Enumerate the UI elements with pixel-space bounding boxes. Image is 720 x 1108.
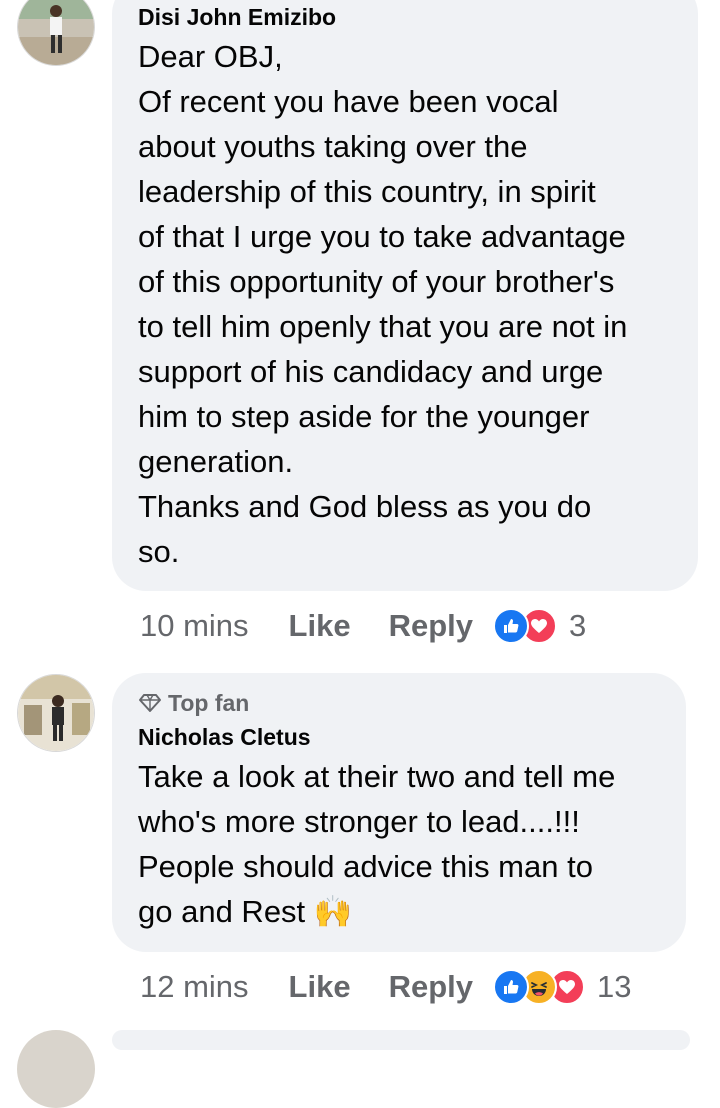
like-reaction-icon [493, 608, 529, 644]
reaction-count[interactable]: 13 [597, 969, 631, 1005]
comment-line: of that I urge you to take advantage [138, 219, 626, 254]
comment-line: of this opportunity of your brother's [138, 264, 615, 299]
comment-line: support of his candidacy and urge [138, 354, 604, 389]
like-reaction-icon [493, 969, 529, 1005]
comment-line: Of recent you have been vocal [138, 84, 559, 119]
comment-line: about youths taking over the [138, 129, 528, 164]
comment-line: so. [138, 534, 180, 569]
avatar[interactable] [17, 0, 95, 66]
comment-line: go and Rest 🙌 [138, 894, 353, 929]
comment-author[interactable]: Disi John Emizibo [138, 2, 672, 32]
comment-line: generation. [138, 444, 294, 479]
like-button[interactable]: Like [289, 969, 351, 1005]
comment-line: leadership of this country, in spirit [138, 174, 596, 209]
top-fan-label: Top fan [168, 690, 250, 716]
comment-line: to tell him openly that you are not in [138, 309, 628, 344]
avatar-photo [18, 0, 94, 65]
comment-line: Take a look at their two and tell me [138, 759, 616, 794]
comment-timestamp[interactable]: 10 mins [140, 608, 249, 644]
comment-timestamp[interactable]: 12 mins [140, 969, 249, 1005]
reply-button[interactable]: Reply [389, 969, 473, 1005]
comment-bubble [112, 1030, 690, 1050]
comment-line: Thanks and God bless as you do [138, 489, 592, 524]
avatar[interactable] [17, 1030, 95, 1108]
reply-button[interactable]: Reply [389, 608, 473, 644]
avatar-photo [18, 675, 94, 751]
like-button[interactable]: Like [289, 608, 351, 644]
diamond-icon [139, 694, 161, 712]
avatar[interactable] [17, 674, 95, 752]
comment-text: Dear OBJ, Of recent you have been vocal … [138, 34, 672, 574]
comment-author[interactable]: Nicholas Cletus [138, 722, 660, 752]
reactions-summary[interactable] [493, 969, 585, 1005]
comment-bubble: Disi John Emizibo Dear OBJ, Of recent yo… [112, 0, 698, 591]
comment-bubble: Top fan Nicholas Cletus Take a look at t… [112, 673, 686, 952]
comment-actions: 12 mins Like Reply 13 [140, 965, 631, 1009]
comment-line: Dear OBJ, [138, 39, 283, 74]
top-fan-badge: Top fan [138, 688, 660, 718]
comment-line: who's more stronger to lead....!!! [138, 804, 580, 839]
comment-text: Take a look at their two and tell me who… [138, 754, 660, 934]
comment-line: him to step aside for the younger [138, 399, 590, 434]
reactions-summary[interactable] [493, 608, 557, 644]
comment-line: People should advice this man to [138, 849, 593, 884]
reaction-count[interactable]: 3 [569, 608, 586, 644]
comment-actions: 10 mins Like Reply 3 [140, 604, 586, 648]
